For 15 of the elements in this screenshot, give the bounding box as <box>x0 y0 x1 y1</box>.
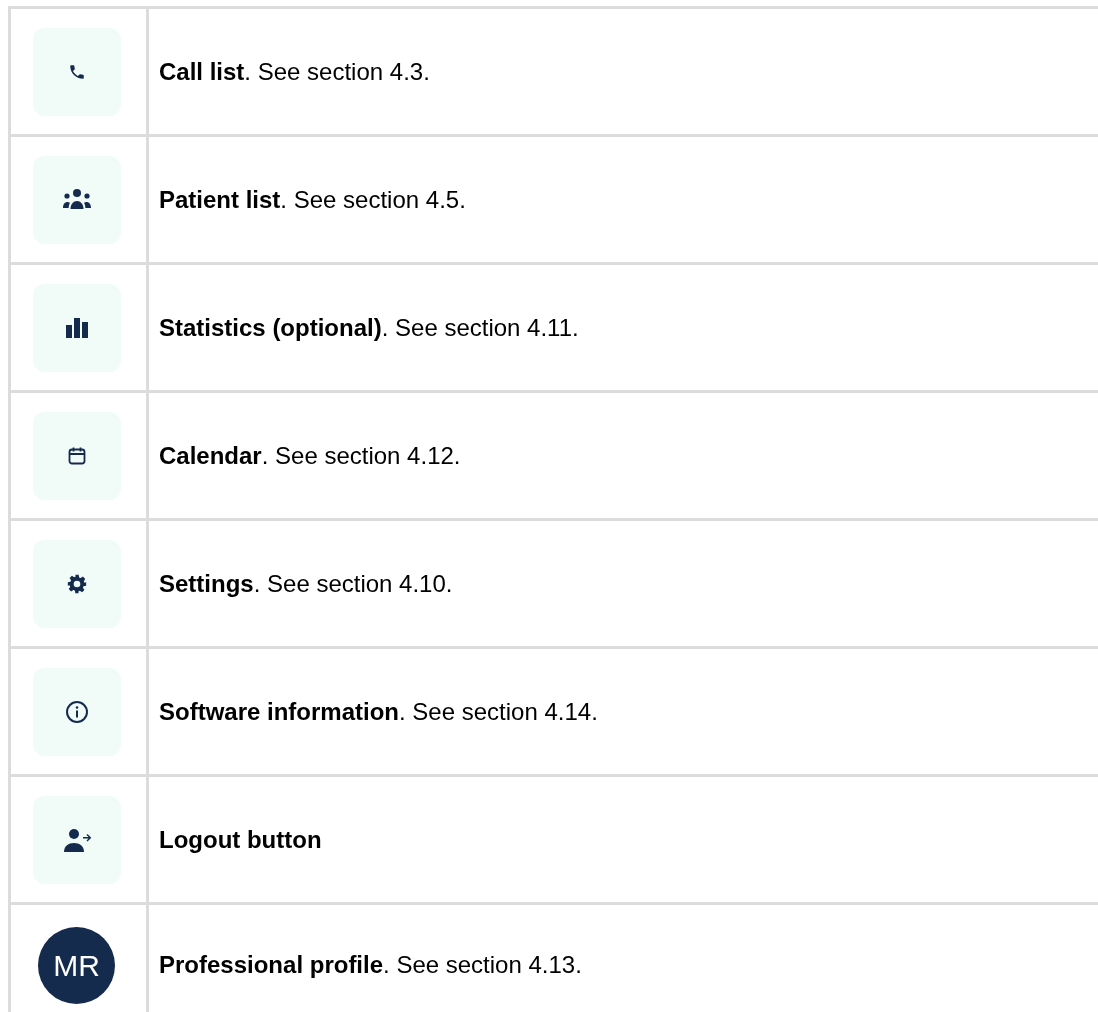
bar-chart-icon <box>63 316 90 339</box>
description-text: Calendar. See section 4.12. <box>159 440 461 471</box>
description-text: Statistics (optional). See section 4.11. <box>159 312 579 343</box>
description-text: Logout button <box>159 824 322 855</box>
person-arrow-icon <box>61 826 92 853</box>
settings-icon <box>66 573 87 594</box>
avatar: MR <box>38 926 115 1004</box>
info-icon <box>64 699 89 724</box>
description-text: Professional profile. See section 4.13. <box>159 950 582 980</box>
description-text: Software information. See section 4.14. <box>159 696 598 727</box>
description-text: Patient list. See section 4.5. <box>159 184 466 215</box>
calendar-icon <box>66 445 87 466</box>
description-text: Settings. See section 4.10. <box>159 568 453 599</box>
description-text: Call list. See section 4.3. <box>159 56 430 87</box>
phone-icon <box>67 62 86 81</box>
